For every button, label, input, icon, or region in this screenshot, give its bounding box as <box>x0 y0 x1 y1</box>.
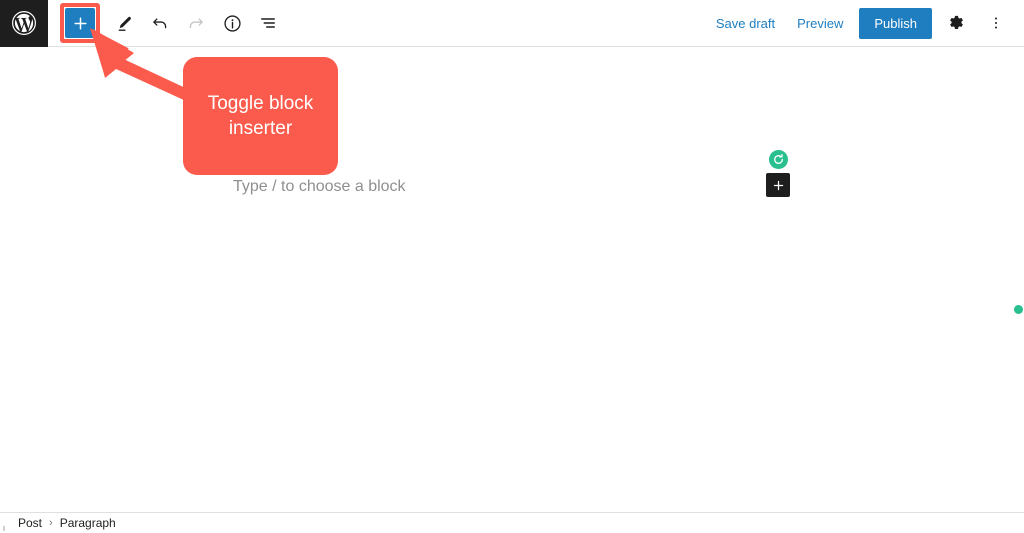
info-circle-icon <box>223 14 241 32</box>
reload-badge[interactable] <box>768 150 788 169</box>
header-toolbar-right: Save draft Preview Publish <box>706 0 1024 47</box>
wordpress-logo[interactable] <box>0 0 48 47</box>
save-draft-button[interactable]: Save draft <box>706 10 785 37</box>
wordpress-logo-icon <box>12 11 36 35</box>
breadcrumb-separator: › <box>49 517 53 529</box>
green-status-dot <box>1014 305 1023 314</box>
undo-arrow-icon <box>153 18 167 29</box>
preview-button[interactable]: Preview <box>787 10 853 37</box>
pen-icon <box>118 16 131 31</box>
toggle-block-inserter[interactable] <box>65 8 95 38</box>
breadcrumb-item-paragraph[interactable]: Paragraph <box>60 516 116 530</box>
details-button[interactable] <box>216 7 248 39</box>
breadcrumb: Post › Paragraph <box>0 516 116 530</box>
list-view-button[interactable] <box>252 7 284 39</box>
editor-header: Save draft Preview Publish <box>0 0 1024 47</box>
redo-arrow-icon <box>189 18 203 29</box>
callout-text: Toggle block inserter <box>207 92 314 139</box>
options-menu-button[interactable] <box>980 7 1012 39</box>
redo-button[interactable] <box>180 7 212 39</box>
toggle-block-inserter-wrapper <box>60 3 100 43</box>
tools-pen-button[interactable] <box>108 7 140 39</box>
add-block-button[interactable] <box>766 173 790 197</box>
editor-footer: Post › Paragraph <box>0 512 1024 533</box>
wordpress-block-editor: Save draft Preview Publish Type / to cho… <box>0 0 1024 533</box>
header-toolbar-left <box>48 0 284 47</box>
floating-block-widget <box>766 150 790 197</box>
gear-icon <box>949 15 963 29</box>
undo-button[interactable] <box>144 7 176 39</box>
callout-tooltip: Toggle block inserter <box>183 57 338 175</box>
refresh-icon <box>773 154 783 164</box>
plus-icon <box>773 180 783 190</box>
breadcrumb-item-post[interactable]: Post <box>18 516 42 530</box>
kebab-menu-icon <box>994 17 998 29</box>
edge-tick-mark <box>3 526 5 531</box>
list-view-icon <box>261 18 275 28</box>
paragraph-block-placeholder[interactable]: Type / to choose a block <box>233 178 406 196</box>
publish-button[interactable]: Publish <box>859 7 932 39</box>
editor-canvas[interactable]: Type / to choose a block <box>0 48 1024 512</box>
plus-icon <box>73 16 87 30</box>
settings-button[interactable] <box>940 7 972 39</box>
